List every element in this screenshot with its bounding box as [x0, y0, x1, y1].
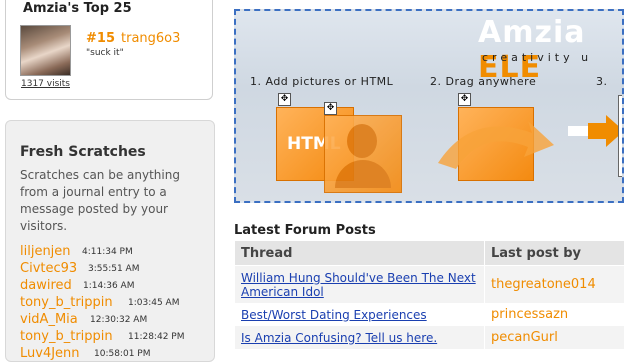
scratch-item: dawired 1:14:36 AM — [20, 278, 210, 296]
top25-title: Amzia's Top 25 — [20, 1, 135, 16]
last-post-user-link[interactable]: pecanGurl — [484, 325, 625, 350]
scratch-item: Civtec93 3:55:51 AM — [20, 261, 210, 279]
banner-step-3: 3. — [596, 75, 608, 88]
banner-tagline: creativity u — [482, 51, 593, 64]
scratch-user-link[interactable]: tony_b_trippin — [20, 329, 113, 344]
scratch-time: 12:30:32 AM — [90, 315, 148, 325]
scratch-user-link[interactable]: Civtec93 — [20, 261, 77, 276]
scratch-user-link[interactable]: liljenjen — [20, 244, 71, 259]
thread-cell: Best/Worst Dating Experiences — [234, 303, 485, 326]
forum-table: Thread Last post by William Hung Should'… — [234, 240, 625, 350]
scratch-time: 11:28:42 PM — [128, 332, 185, 342]
scratch-time: 1:03:45 AM — [128, 298, 180, 308]
scratch-user-link[interactable]: dawired — [20, 278, 72, 293]
move-cross-icon: ✥ — [278, 93, 291, 106]
thread-link[interactable]: William Hung Should've Been The Next Ame… — [241, 271, 476, 299]
member-rank: #15 — [86, 31, 115, 46]
top25-panel: Amzia's Top 25 #15 trang6o3 "suck it" 13… — [5, 0, 213, 100]
scratch-time: 4:11:34 PM — [82, 247, 133, 257]
scratch-item: tony_b_trippin 11:28:42 PM — [20, 329, 210, 347]
column-header-thread[interactable]: Thread — [234, 240, 485, 266]
last-post-user-link[interactable]: princessazn — [484, 303, 625, 326]
member-visits-link[interactable]: 1317 visits — [21, 79, 70, 89]
fresh-scratches-panel: Fresh Scratches Scratches can be anythin… — [5, 120, 215, 362]
person-body-shape — [335, 160, 391, 188]
forum-header-row: Thread Last post by — [234, 240, 625, 266]
member-avatar[interactable] — [20, 25, 71, 76]
scratch-item: vidA_Mia 12:30:32 AM — [20, 312, 210, 330]
scratch-item: Luv4Jenn 10:58:01 PM — [20, 346, 210, 364]
scratch-item: tony_b_trippin 1:03:45 AM — [20, 295, 210, 313]
scratch-user-link[interactable]: Luv4Jenn — [20, 346, 80, 361]
scratch-user-link[interactable]: tony_b_trippin — [20, 295, 113, 310]
thread-cell: William Hung Should've Been The Next Ame… — [234, 265, 485, 304]
promo-banner[interactable]: Amzia ELE creativity u 1. Add pictures o… — [234, 9, 624, 203]
fresh-scratches-description: Scratches can be anything from a journal… — [20, 168, 180, 233]
drag-arrow-icon — [438, 121, 554, 169]
scratch-time: 1:14:36 AM — [83, 281, 135, 291]
table-row: Best/Worst Dating Experiences princessaz… — [234, 303, 625, 326]
thread-cell: Is Amzia Confusing? Tell us here. — [234, 325, 485, 350]
banner-step-2: 2. Drag anywhere — [430, 75, 537, 88]
scratch-user-link[interactable]: vidA_Mia — [20, 312, 78, 327]
table-row: Is Amzia Confusing? Tell us here. pecanG… — [234, 325, 625, 350]
step3-window-image — [618, 95, 622, 177]
banner-step-1: 1. Add pictures or HTML — [250, 75, 394, 88]
person-head-shape — [347, 124, 377, 158]
member-username-link[interactable]: trang6o3 — [121, 31, 180, 46]
move-cross-icon: ✥ — [324, 102, 337, 115]
arrow-tail-shape — [568, 126, 590, 136]
person-tile-image — [324, 115, 402, 193]
column-header-last-post[interactable]: Last post by — [484, 240, 625, 266]
last-post-user-link[interactable]: thegreatone014 — [484, 265, 625, 304]
scratch-time: 3:55:51 AM — [88, 264, 140, 274]
thread-link[interactable]: Best/Worst Dating Experiences — [241, 308, 427, 322]
table-row: William Hung Should've Been The Next Ame… — [234, 265, 625, 304]
scratch-time: 10:58:01 PM — [94, 349, 151, 359]
fresh-scratches-heading: Fresh Scratches — [20, 144, 146, 160]
scratch-item: liljenjen 4:11:34 PM — [20, 244, 210, 262]
forum-section-title: Latest Forum Posts — [234, 223, 376, 238]
member-quote: "suck it" — [86, 48, 124, 58]
thread-link[interactable]: Is Amzia Confusing? Tell us here. — [241, 331, 437, 345]
